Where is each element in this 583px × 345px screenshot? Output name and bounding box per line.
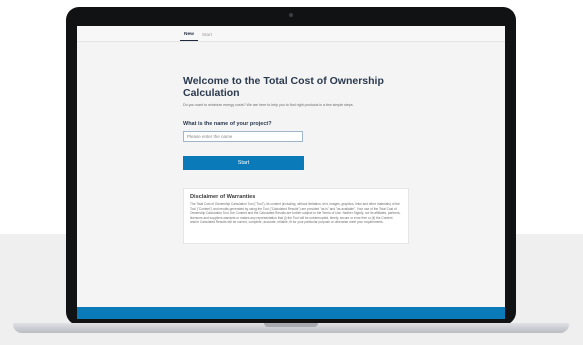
disclaimer-heading: Disclaimer of Warranties	[190, 194, 256, 200]
page-title: Welcome to the Total Cost of Ownership C…	[183, 75, 384, 99]
intro-text: Do you want to minimize energy costs? We…	[183, 103, 354, 107]
tab-start[interactable]: Start	[198, 33, 216, 41]
camera-dot	[289, 13, 293, 17]
tab-bar: New Start	[77, 26, 505, 42]
laptop-base	[13, 323, 569, 333]
tab-new[interactable]: New	[180, 32, 198, 41]
laptop-screen: New Start Welcome to the Total Cost of O…	[77, 26, 505, 319]
start-button[interactable]: Start	[183, 156, 304, 170]
laptop-notch	[264, 323, 318, 327]
project-name-input[interactable]	[183, 131, 303, 142]
disclaimer-text: The Total Cost of Ownership Calculation …	[190, 202, 401, 225]
laptop-bezel: New Start Welcome to the Total Cost of O…	[66, 7, 516, 325]
project-name-label: What is the name of your project?	[183, 121, 272, 127]
footer-bar	[77, 307, 505, 319]
disclaimer-box: Disclaimer of Warranties The Total Cost …	[183, 188, 409, 244]
main-content: Welcome to the Total Cost of Ownership C…	[77, 75, 505, 244]
